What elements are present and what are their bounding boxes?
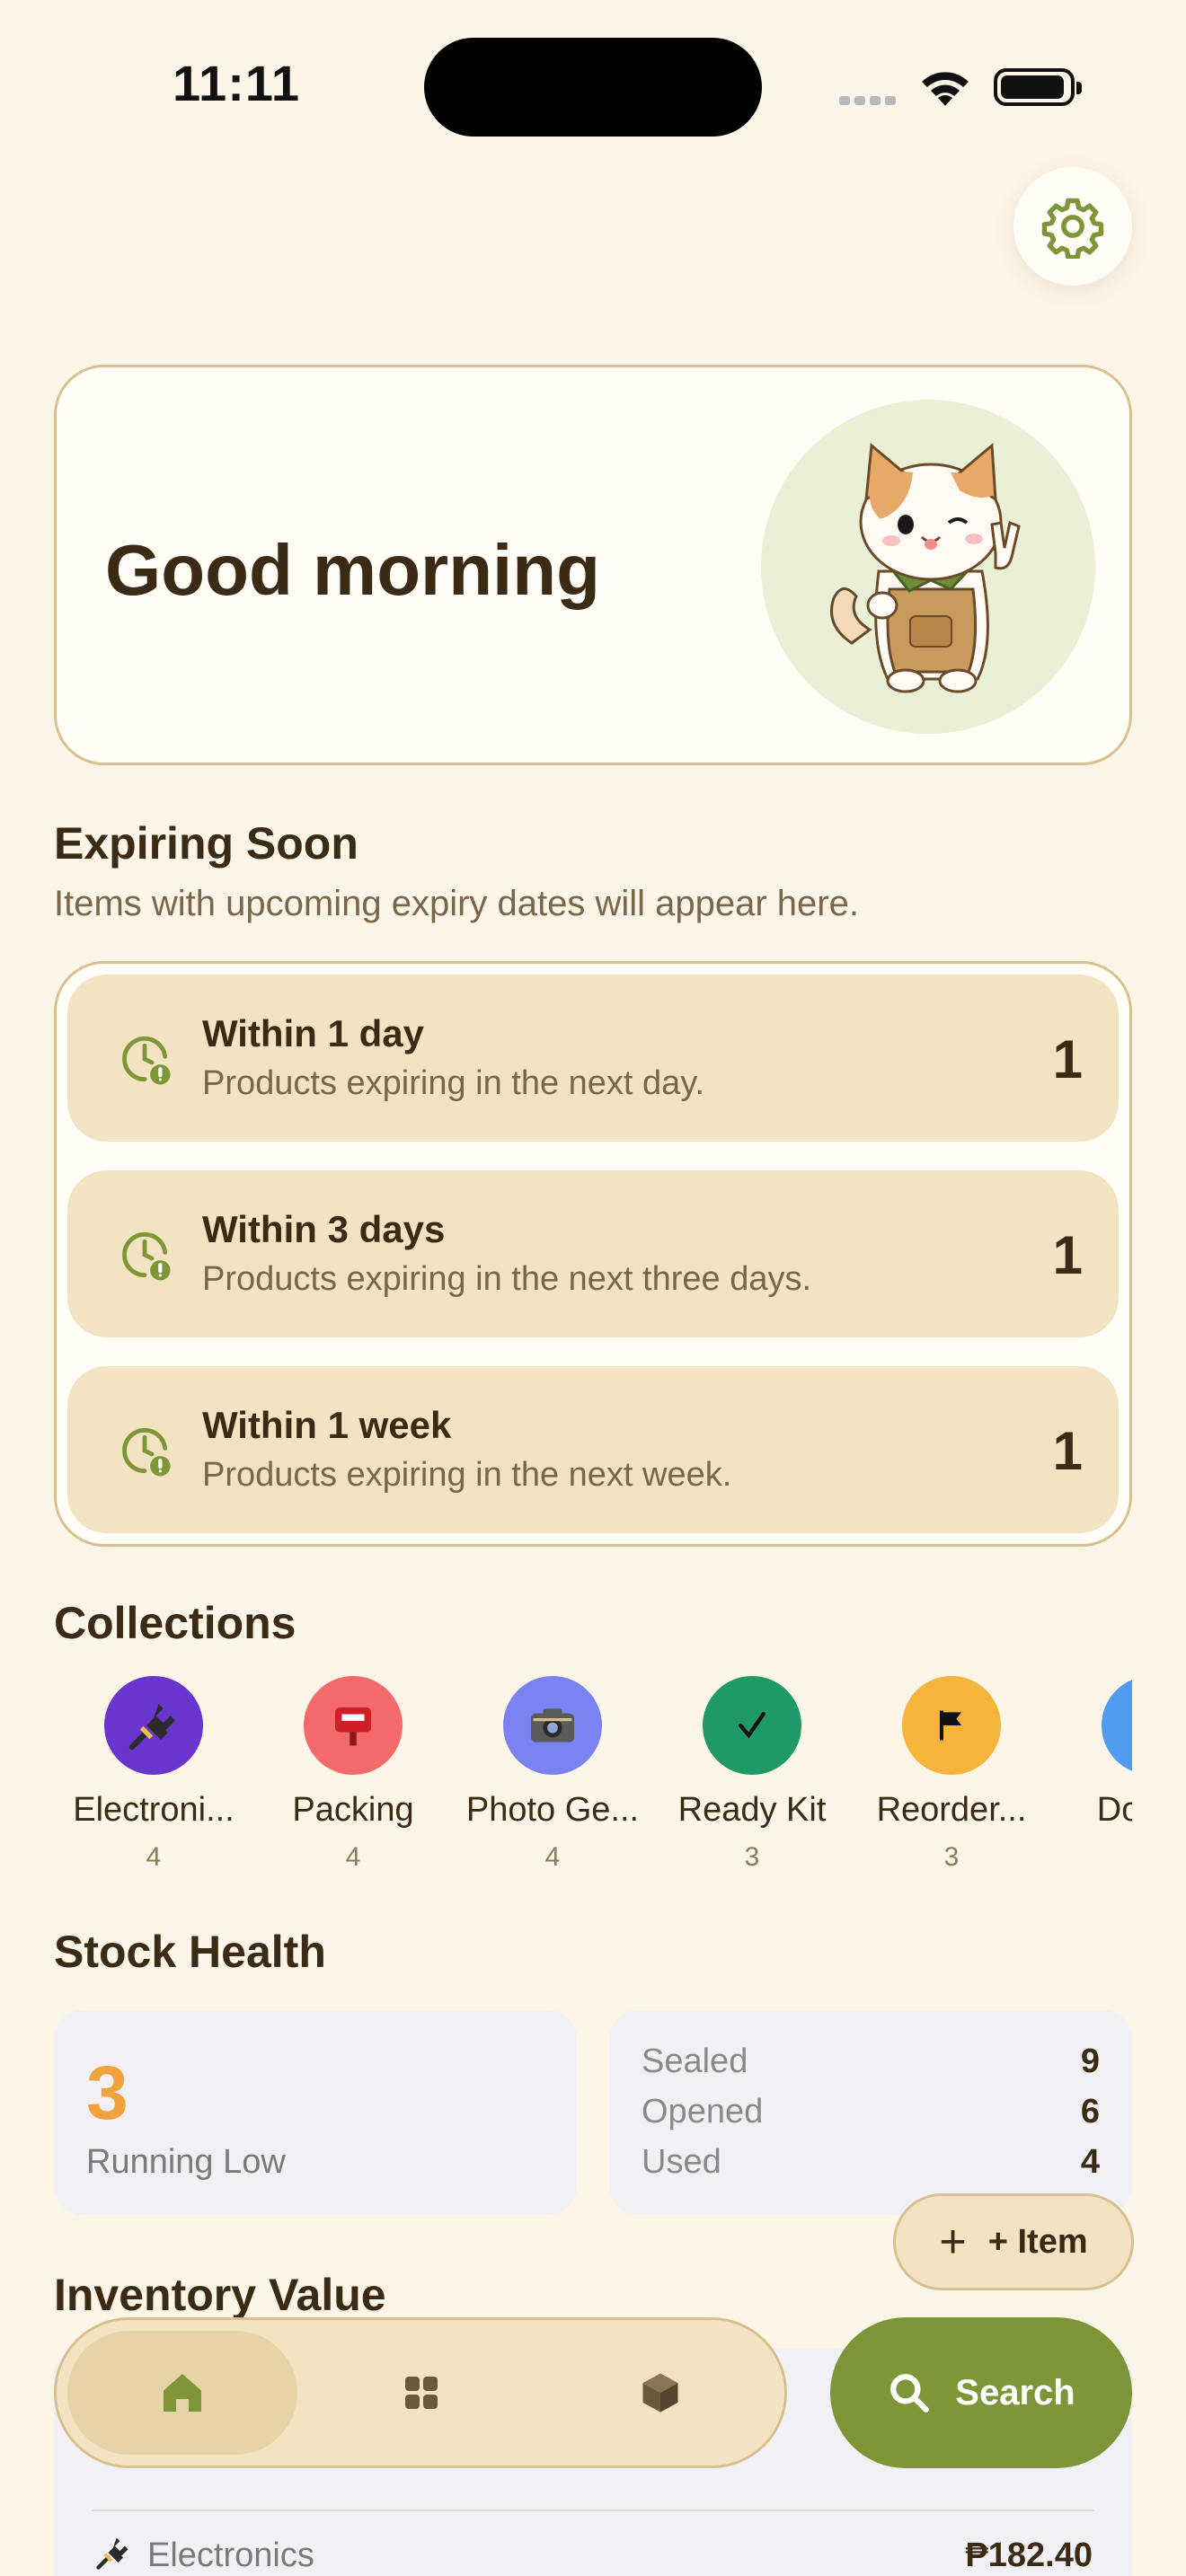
expiring-row-count: 1 — [1052, 1225, 1083, 1285]
tab-collections[interactable] — [306, 2331, 536, 2455]
stat-value: 6 — [1080, 2093, 1100, 2130]
greeting-text: Good morning — [105, 530, 601, 610]
tab-home[interactable] — [67, 2331, 297, 2455]
stat-value: 4 — [1080, 2143, 1100, 2181]
plug-icon — [104, 1676, 203, 1775]
home-icon — [164, 2374, 201, 2412]
greeting-card: Good morning — [54, 365, 1132, 765]
expiring-row-count: 1 — [1052, 1421, 1083, 1481]
inventory-row-label: Electronics — [147, 2536, 314, 2574]
collection-count: 3 — [943, 1842, 960, 1872]
search-button[interactable]: Search — [830, 2317, 1132, 2468]
running-low-card[interactable]: 3 Running Low — [54, 2010, 577, 2215]
stat-label: Used — [642, 2143, 721, 2181]
stat-row-sealed: Sealed 9 — [642, 2042, 1100, 2081]
plug-icon — [93, 2533, 133, 2576]
collection-name: Docu... — [1096, 1791, 1132, 1829]
stat-row-used: Used 4 — [642, 2143, 1100, 2182]
grid-icon — [405, 2377, 438, 2409]
add-item-label: + Item — [987, 2222, 1088, 2261]
search-icon — [890, 2374, 930, 2413]
expiring-row-count: 1 — [1052, 1029, 1083, 1090]
divider — [92, 2510, 1094, 2511]
stat-row-opened: Opened 6 — [642, 2093, 1100, 2131]
expiring-title: Expiring Soon — [54, 818, 358, 869]
settings-button[interactable] — [1013, 167, 1132, 286]
expiring-row-title: Within 1 day — [202, 1012, 424, 1054]
tab-items[interactable] — [545, 2331, 775, 2455]
expiring-row-desc: Products expiring in the next week. — [202, 1456, 732, 1494]
collection-reorder[interactable]: Reorder... 3 — [852, 1676, 1051, 1873]
expiring-list: Within 1 day Products expiring in the ne… — [54, 961, 1132, 1547]
running-low-count: 3 — [86, 2051, 128, 2135]
wifi-icon — [918, 66, 972, 112]
expiring-row-title: Within 1 week — [202, 1404, 452, 1446]
expiring-row-title: Within 3 days — [202, 1208, 446, 1250]
expiring-row-1-week[interactable]: Within 1 week Products expiring in the n… — [67, 1366, 1119, 1533]
clock-alert-icon — [122, 1427, 171, 1477]
status-time: 11:11 — [173, 55, 301, 111]
collection-documents[interactable]: Docu... — [1051, 1676, 1132, 1842]
expiring-subtitle: Items with upcoming expiry dates will ap… — [54, 884, 859, 923]
tab-bar — [54, 2317, 787, 2468]
expiring-row-desc: Products expiring in the next three days… — [202, 1260, 812, 1298]
search-label: Search — [955, 2372, 1075, 2413]
battery-icon — [994, 68, 1082, 106]
gear-icon — [1041, 198, 1104, 259]
stat-value: 9 — [1080, 2042, 1100, 2080]
collection-photo-gear[interactable]: Photo Ge... 4 — [453, 1676, 652, 1873]
collections-title: Collections — [54, 1598, 296, 1648]
cat-mascot-icon — [761, 400, 1095, 734]
stock-health-title: Stock Health — [54, 1927, 326, 1977]
plus-icon: + — [939, 2216, 967, 2268]
collection-count: 4 — [345, 1842, 361, 1872]
clock-alert-icon — [122, 1036, 171, 1085]
inventory-row-value: ₱182.40 — [965, 2536, 1093, 2574]
collection-packing[interactable]: Packing 4 — [253, 1676, 453, 1873]
cellular-signal-icon — [839, 93, 900, 110]
running-low-label: Running Low — [86, 2143, 286, 2181]
document-icon — [1102, 1676, 1132, 1775]
collection-electronics[interactable]: Electroni... 4 — [54, 1676, 253, 1873]
postbox-icon — [304, 1676, 403, 1775]
collection-name: Photo Ge... — [465, 1791, 640, 1829]
expiring-row-3-days[interactable]: Within 3 days Products expiring in the n… — [67, 1170, 1119, 1337]
collections-carousel[interactable]: Electroni... 4 Packing 4 Photo Ge... 4 R… — [54, 1676, 1132, 1874]
collection-name: Ready Kit — [677, 1791, 827, 1829]
collection-count: 3 — [744, 1842, 760, 1872]
inventory-value-title: Inventory Value — [54, 2270, 386, 2320]
collection-count: 4 — [146, 1842, 162, 1872]
stat-label: Opened — [642, 2093, 764, 2130]
flag-icon — [902, 1676, 1001, 1775]
collection-ready-kit[interactable]: Ready Kit 3 — [652, 1676, 852, 1873]
box-icon — [642, 2373, 678, 2413]
stock-status-card[interactable]: Sealed 9 Opened 6 Used 4 — [609, 2010, 1132, 2215]
collection-count: 4 — [544, 1842, 561, 1872]
expiring-row-desc: Products expiring in the next day. — [202, 1064, 705, 1102]
collection-name: Reorder... — [876, 1791, 1027, 1829]
expiring-row-1-day[interactable]: Within 1 day Products expiring in the ne… — [67, 975, 1119, 1142]
collection-name: Electroni... — [73, 1791, 235, 1829]
clock-alert-icon — [122, 1231, 171, 1281]
checkmark-icon — [703, 1676, 801, 1775]
add-item-button[interactable]: + + Item — [893, 2193, 1134, 2290]
camera-icon — [503, 1676, 602, 1775]
collection-name: Packing — [292, 1791, 414, 1829]
dynamic-island — [424, 38, 762, 137]
stat-label: Sealed — [642, 2042, 748, 2080]
status-bar: 11:11 — [0, 0, 1186, 171]
